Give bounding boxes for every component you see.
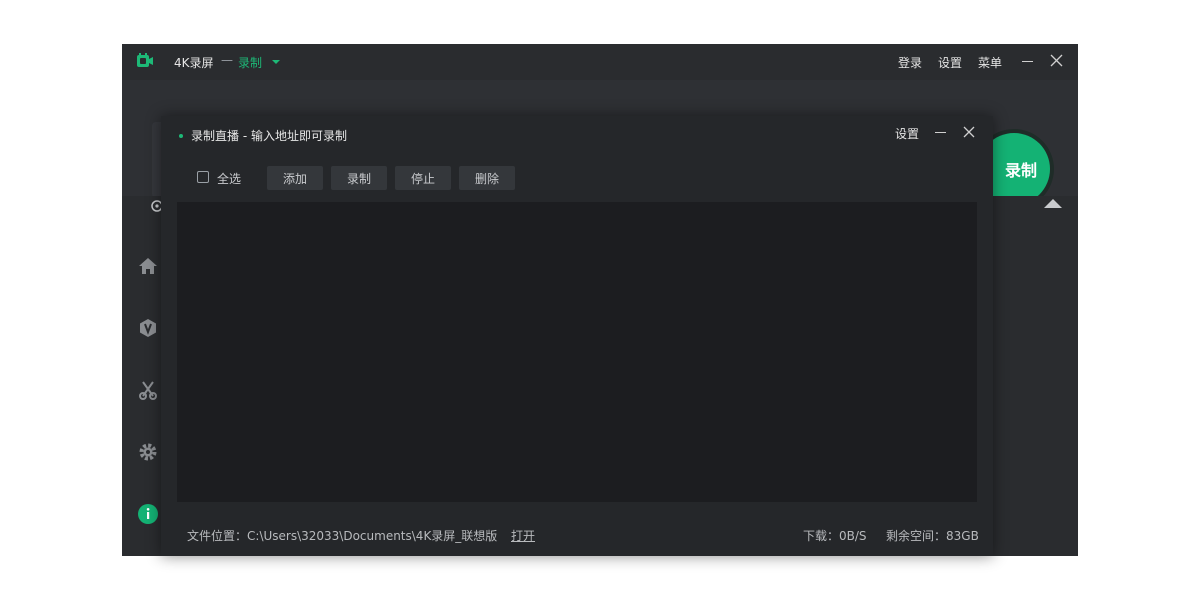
app-logo-icon xyxy=(137,53,153,67)
task-list[interactable] xyxy=(177,202,977,502)
live-record-dialog: 录制直播 - 输入地址即可录制 设置 全选 添加 录制 停止 删除 文件位置：C… xyxy=(161,116,993,556)
dialog-close-icon[interactable] xyxy=(963,126,975,138)
info-icon[interactable] xyxy=(138,504,158,524)
file-location-label: 文件位置： xyxy=(187,529,248,543)
home-icon[interactable] xyxy=(138,256,158,276)
select-all-label: 全选 xyxy=(217,172,242,186)
free-space-label: 剩余空间： xyxy=(886,529,947,543)
title-bar: 4K录屏 — 录制 登录 设置 菜单 xyxy=(122,44,1078,80)
free-space: 剩余空间：83GB xyxy=(886,527,979,544)
minimize-icon[interactable] xyxy=(1022,61,1033,62)
open-folder-link[interactable]: 打开 xyxy=(511,527,535,544)
free-space-value: 83GB xyxy=(946,529,979,543)
close-icon[interactable] xyxy=(1050,54,1063,67)
download-speed: 下载：0B/S xyxy=(803,527,867,544)
menu-link[interactable]: 菜单 xyxy=(978,54,1002,71)
settings-link[interactable]: 设置 xyxy=(938,54,962,71)
download-label: 下载： xyxy=(803,529,840,543)
gear-icon[interactable] xyxy=(138,442,158,462)
app-title: 4K录屏 xyxy=(174,56,214,70)
dialog-minimize-icon[interactable] xyxy=(935,132,946,133)
collapse-arrow-icon[interactable] xyxy=(1044,199,1062,208)
mode-dropdown[interactable]: 录制 xyxy=(238,54,262,71)
add-button[interactable]: 添加 xyxy=(267,166,323,190)
dialog-settings-link[interactable]: 设置 xyxy=(895,125,919,142)
chevron-down-icon[interactable] xyxy=(272,60,280,64)
file-location: 文件位置：C:\Users\32033\Documents\4K录屏_联想版 xyxy=(187,527,497,544)
file-location-path: C:\Users\32033\Documents\4K录屏_联想版 xyxy=(247,529,498,543)
login-link[interactable]: 登录 xyxy=(898,54,922,71)
vip-icon[interactable] xyxy=(138,318,158,338)
dialog-title: 录制直播 - 输入地址即可录制 xyxy=(191,129,347,143)
title-dot xyxy=(179,134,183,138)
scissors-icon[interactable] xyxy=(138,380,158,400)
title-separator: — xyxy=(221,53,233,67)
stop-button[interactable]: 停止 xyxy=(395,166,451,190)
select-all-checkbox[interactable] xyxy=(197,171,209,183)
download-value: 0B/S xyxy=(839,529,867,543)
record-task-button[interactable]: 录制 xyxy=(331,166,387,190)
delete-button[interactable]: 删除 xyxy=(459,166,515,190)
